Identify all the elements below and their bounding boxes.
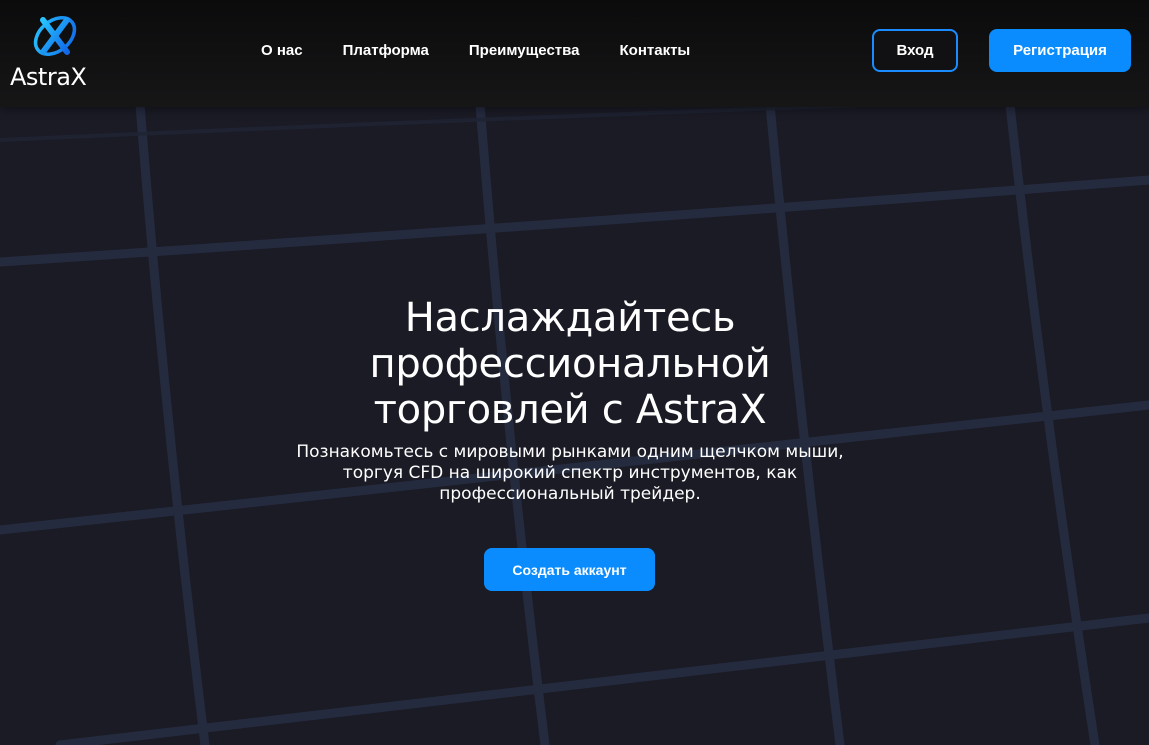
nav-link-platform[interactable]: Платформа <box>343 40 429 62</box>
main-nav: О нас Платформа Преимущества Контакты <box>261 40 730 62</box>
orbit-x-logo-icon <box>33 16 77 56</box>
hero-title: Наслаждайтесь профессиональной торговлей… <box>369 295 771 433</box>
site-header: AstraX О нас Платформа Преимущества Конт… <box>0 0 1149 107</box>
login-button[interactable]: Вход <box>872 29 958 72</box>
hero-subtitle: Познакомьтесь с мировыми рынками одним щ… <box>296 442 844 504</box>
brand-name: AstraX <box>10 63 87 91</box>
create-account-button[interactable]: Создать аккаунт <box>484 548 655 591</box>
brand-logo[interactable]: AstraX <box>10 10 100 94</box>
landing-page: AstraX О нас Платформа Преимущества Конт… <box>0 0 1149 745</box>
register-button[interactable]: Регистрация <box>989 29 1131 72</box>
nav-link-advantages[interactable]: Преимущества <box>469 40 580 62</box>
nav-link-about[interactable]: О нас <box>261 40 303 62</box>
nav-link-contacts[interactable]: Контакты <box>620 40 691 62</box>
